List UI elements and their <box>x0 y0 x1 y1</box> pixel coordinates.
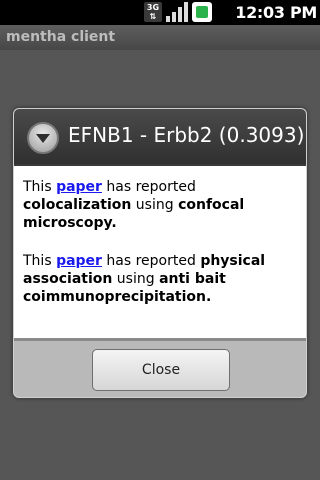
paper-link[interactable]: paper <box>56 253 102 269</box>
interaction-type: colocalization <box>23 197 132 213</box>
evidence-entry: This paper has reported colocalization u… <box>23 178 298 232</box>
entry-text: has reported <box>101 179 196 195</box>
entry-text: This <box>23 253 57 269</box>
close-button[interactable]: Close <box>92 349 230 391</box>
dialog-title: EFNB1 - Erbb2 (0.3093) <box>68 123 305 147</box>
dialog-body: This paper has reported colocalization u… <box>14 166 306 338</box>
signal-icon <box>166 2 188 22</box>
dialog-footer: Close <box>14 338 306 397</box>
network-label: 3G <box>146 3 160 12</box>
app-title-bar: mentha client <box>0 25 320 50</box>
dialog-header: EFNB1 - Erbb2 (0.3093) <box>14 109 306 166</box>
entry-suffix: . <box>111 215 117 231</box>
interaction-dialog: EFNB1 - Erbb2 (0.3093) This paper has re… <box>13 108 307 398</box>
status-bar: 3G ⇅ 12:03 PM <box>0 0 320 25</box>
entry-text: using <box>112 271 160 287</box>
entry-text: This <box>23 179 57 195</box>
clock: 12:03 PM <box>235 3 317 22</box>
entry-text: has reported <box>101 253 201 269</box>
battery-icon <box>192 2 212 22</box>
entry-text: using <box>131 197 179 213</box>
entry-suffix: . <box>206 289 212 305</box>
status-icons: 3G ⇅ <box>144 2 212 22</box>
chevron-down-circle-icon <box>27 122 59 154</box>
app-title: mentha client <box>6 29 116 45</box>
paper-link[interactable]: paper <box>56 179 102 195</box>
evidence-entry: This paper has reported physical associa… <box>23 252 298 306</box>
network-3g-icon: 3G ⇅ <box>144 2 162 22</box>
